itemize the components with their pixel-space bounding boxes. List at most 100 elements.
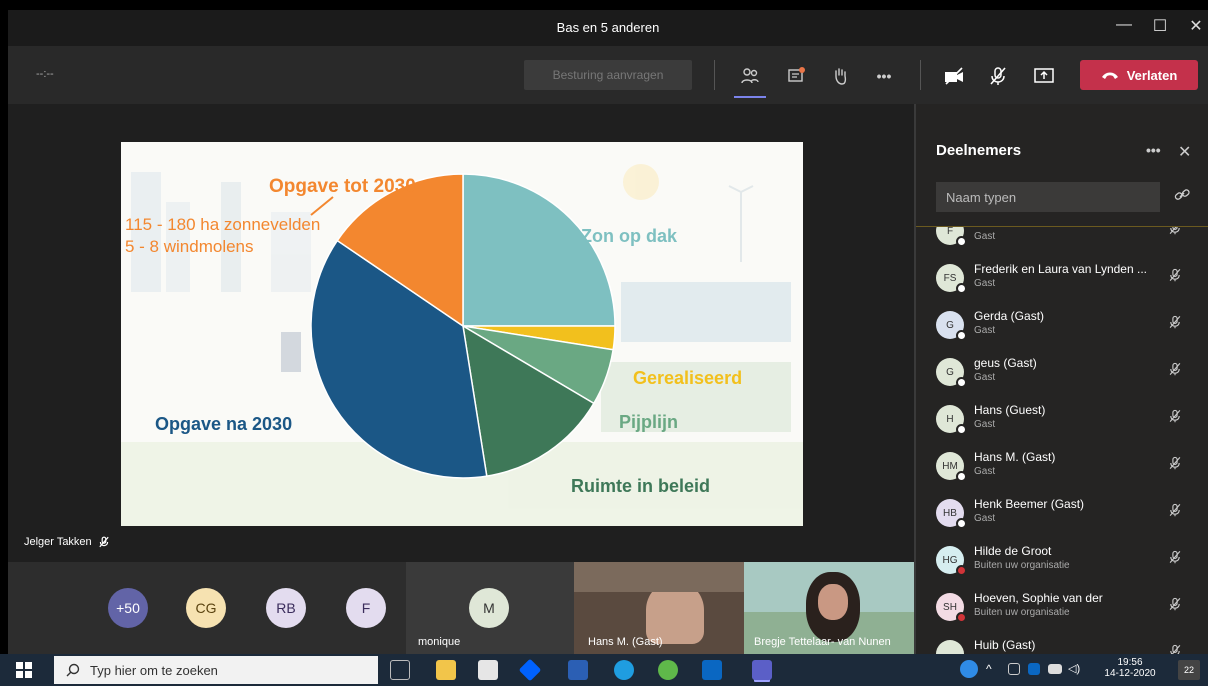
tile-name: monique [418,636,461,648]
mic-off-icon[interactable] [1168,227,1182,240]
label-ruimte-in-beleid: Ruimte in beleid [571,476,710,496]
volume-icon[interactable]: ◁) [1068,662,1080,675]
video-tile-hans[interactable]: Hans M. (Gast) [574,562,744,654]
chevron-up-icon[interactable]: ^ [986,662,992,676]
request-control-button[interactable]: Besturing aanvragen [524,60,692,90]
task-view-icon[interactable] [390,660,410,680]
windows-start-icon[interactable] [16,662,32,683]
search-icon [66,663,80,677]
participant-row[interactable]: SH Hoeven, Sophie van der Buiten uw organi… [916,585,1208,632]
participant-row[interactable]: HG Hilde de Groot Buiten uw organisatie [916,538,1208,585]
mic-off-icon[interactable] [1168,456,1182,475]
tile-name: Bregje Tettelaar- van Nunen [754,636,891,648]
maximize-button[interactable]: ☐ [1148,16,1172,36]
participant-role: Buiten uw organisatie [974,560,1070,571]
file-explorer-icon[interactable] [436,660,456,680]
avatar[interactable]: RB [266,588,306,628]
divider [714,60,715,90]
participant-row[interactable]: Huib (Gast) [916,632,1208,654]
tray-app-icon[interactable] [1008,663,1020,675]
participants-icon[interactable] [734,64,766,98]
mic-off-icon[interactable] [1168,644,1182,654]
avatar[interactable]: CG [186,588,226,628]
more-actions-icon[interactable]: ••• [872,64,896,88]
avatar: F [936,227,967,247]
teams-window: Bas en 5 anderen — ☐ ✕ --:-- Besturing a… [8,10,1208,654]
slide-heading: Opgave tot 2030 [269,176,416,197]
notification-count: 22 [1183,665,1194,675]
label-zon-op-dak: Zon op dak [581,226,678,246]
notifications-icon[interactable]: 22 [1178,660,1200,680]
battery-icon[interactable] [1048,664,1062,674]
presence-status-icon [956,612,967,623]
clock[interactable]: 19:56 14-12-2020 [1100,657,1160,679]
edge-icon[interactable] [614,660,634,680]
participant-name: Hans (Guest) [974,403,1046,417]
link-icon[interactable] [1174,188,1190,207]
avatar-initials: RB [276,600,296,616]
dropbox-icon[interactable] [518,658,542,682]
mic-off-icon[interactable] [986,64,1010,88]
participant-row[interactable]: HB Henk Beemer (Gast) Gast [916,491,1208,538]
avatar-initials: CG [195,600,217,616]
avatar: HB [936,499,967,529]
avatar[interactable]: F [346,588,386,628]
mic-off-icon[interactable] [1168,315,1182,334]
avatar: FS [936,264,967,294]
mic-off-icon[interactable] [1168,550,1182,569]
outlook-icon[interactable] [702,660,722,680]
help-icon[interactable] [960,660,978,678]
slide-note-zonnevelden: 115 - 180 ha zonnevelden [125,215,320,234]
leave-label: Verlaten [1126,67,1178,83]
share-screen-icon[interactable] [1032,64,1056,88]
participant-name: Hans M. (Gast) [974,450,1056,464]
leave-button[interactable]: Verlaten [1080,60,1198,90]
outlook-tray-icon[interactable] [1028,663,1040,675]
participant-row[interactable]: F Henk Gast [916,227,1208,256]
video-tile-bregje[interactable]: Bregje Tettelaar- van Nunen [744,562,914,654]
taskbar-search-placeholder: Typ hier om te zoeken [90,662,218,678]
participant-row[interactable]: G Gerda (Gast) Gast [916,303,1208,350]
mic-off-icon[interactable] [1168,362,1182,381]
presence-status-icon [956,565,967,576]
chat-icon[interactable] [784,64,808,88]
store-icon[interactable] [478,660,498,680]
participant-name: Gerda (Gast) [974,309,1045,323]
participant-name: Frederik en Laura van Lynden ... [974,262,1147,276]
participant-row[interactable]: HM Hans M. (Gast) Gast [916,444,1208,491]
participant-row[interactable]: Ggeus (Gast) Gast [916,350,1208,397]
participant-role: Gast [974,231,996,242]
close-window-button[interactable]: ✕ [1184,16,1208,36]
mic-off-icon[interactable] [1168,409,1182,428]
mic-off-icon[interactable] [1168,268,1182,287]
panel-more-button[interactable]: ••• [1146,142,1161,158]
taskbar-search-box[interactable]: Typ hier om te zoeken [54,656,378,684]
participant-row[interactable]: H Hans (Guest) Gast [916,397,1208,444]
presence-status-icon [956,330,967,341]
raise-hand-icon[interactable] [828,64,852,88]
participant-search-input[interactable] [936,182,1160,212]
word-icon[interactable] [568,660,588,680]
teams-icon[interactable] [752,660,772,680]
participant-role: Buiten uw organisatie [974,607,1070,618]
presence-status-icon [956,236,967,247]
overflow-avatar[interactable]: +50 [108,588,148,628]
mic-off-icon [99,536,109,548]
participant-row[interactable]: FS Frederik en Laura van Lynden ... Gast [916,256,1208,303]
cloud-app-icon[interactable] [658,660,678,680]
avatar: HM [936,452,967,482]
minimize-button[interactable]: — [1112,16,1136,34]
video-background [574,562,744,592]
participant-name: Henk Beemer (Gast) [974,497,1085,511]
mic-off-icon[interactable] [1168,503,1182,522]
camera-off-icon[interactable] [942,64,966,88]
avatar-initials: SH [943,601,957,613]
avatar-initials: G [946,319,954,331]
panel-close-button[interactable]: ✕ [1178,142,1191,162]
participants-panel: Deelnemers ••• ✕ F Henk Gast FS Frederik en … [914,104,1208,654]
participant-name: Henk [974,227,1164,229]
label-gerealiseerd: Gerealiseerd [633,368,742,388]
mic-off-icon[interactable] [1168,597,1182,616]
video-tile-monique[interactable]: M monique [406,562,574,654]
shared-content-stage: Opgave tot 2030 115 - 180 ha zonnevelden… [8,104,914,654]
